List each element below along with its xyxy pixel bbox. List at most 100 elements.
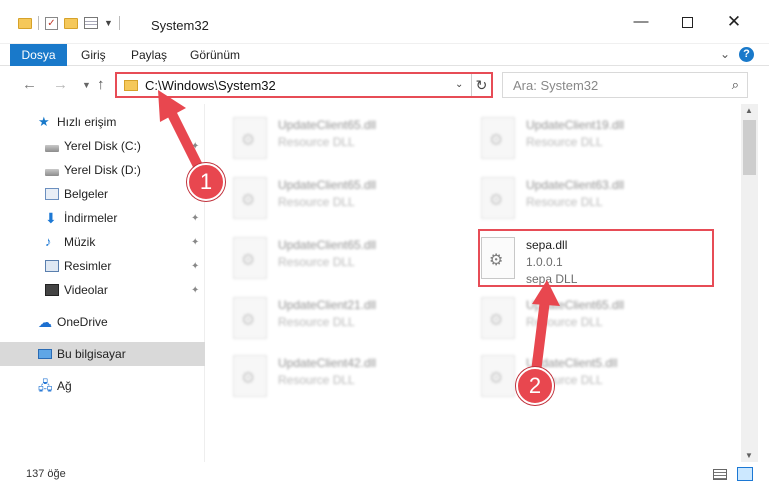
file-name: UpdateClient65.dll	[278, 118, 377, 132]
dll-file-icon	[481, 355, 515, 397]
tab-file[interactable]: Dosya	[10, 44, 67, 66]
search-placeholder: Ara: System32	[513, 78, 599, 93]
dll-file-icon	[481, 117, 515, 159]
forward-button[interactable]: →	[53, 76, 68, 93]
scroll-up-arrow-icon[interactable]: ▲	[745, 106, 753, 115]
folder-icon[interactable]	[18, 17, 32, 29]
close-button[interactable]: ✕	[711, 12, 757, 32]
file-item[interactable]: UpdateClient65.dll Resource DLL	[206, 170, 431, 226]
nav-item-documents[interactable]: Belgeler ✦	[0, 182, 205, 206]
new-folder-icon[interactable]	[64, 17, 78, 29]
customize-toolbar-arrow-icon[interactable]: ▼	[104, 18, 113, 28]
expand-ribbon-chevron-icon[interactable]: ⌄	[720, 47, 730, 61]
nav-item-label: Videolar	[64, 283, 108, 297]
file-item[interactable]: UpdateClient5.dll Resource DLL	[454, 348, 679, 404]
nav-item-label: Resimler	[64, 259, 112, 273]
refresh-button[interactable]: ↻	[471, 74, 491, 96]
help-icon[interactable]: ?	[739, 47, 754, 62]
tab-view[interactable]: Görünüm	[190, 44, 240, 66]
nav-item-onedrive[interactable]: ☁ OneDrive	[0, 310, 205, 334]
address-bar[interactable]: C:\Windows\System32 ⌄ ↻	[115, 72, 493, 98]
dll-file-icon	[481, 297, 515, 339]
file-description: Resource DLL	[278, 255, 355, 269]
nav-item-music[interactable]: ♪ Müzik ✦	[0, 230, 205, 254]
status-bar: 137 öğe	[0, 462, 769, 497]
minimize-button[interactable]: —	[618, 12, 664, 32]
nav-item-pictures[interactable]: Resimler ✦	[0, 254, 205, 278]
file-name: UpdateClient65.dll	[278, 238, 377, 252]
nav-item-label: İndirmeler	[64, 211, 118, 225]
music-icon: ♪	[45, 234, 52, 249]
sepa-dll-highlight-box	[478, 229, 714, 287]
file-name: UpdateClient21.dll	[278, 298, 377, 312]
nav-item-label: Ağ	[57, 379, 72, 393]
search-icon[interactable]: ⌕	[732, 77, 739, 93]
dll-file-icon	[233, 355, 267, 397]
nav-item-downloads[interactable]: ⬇ İndirmeler ✦	[0, 206, 205, 230]
nav-item-label: Yerel Disk (D:)	[64, 163, 141, 177]
recent-locations-chevron-icon[interactable]: ▼	[82, 80, 91, 90]
ribbon: Dosya Giriş Paylaş Görünüm ⌄ ?	[0, 44, 769, 66]
disk-icon	[45, 168, 59, 176]
file-item[interactable]: UpdateClient65.dll Resource DLL	[206, 110, 431, 166]
tab-share[interactable]: Paylaş	[131, 44, 167, 66]
navigation-pane: ★ Hızlı erişim Yerel Disk (C:) ✦ Yerel D…	[0, 104, 205, 462]
file-description: Resource DLL	[526, 315, 603, 329]
pin-icon[interactable]: ✦	[191, 261, 199, 272]
file-item[interactable]: UpdateClient65.dll Resource DLL	[206, 230, 431, 286]
file-item[interactable]: UpdateClient19.dll Resource DLL	[454, 110, 679, 166]
properties-icon[interactable]	[84, 17, 98, 29]
folder-icon	[124, 80, 138, 91]
file-description: Resource DLL	[526, 195, 603, 209]
large-icons-view-icon[interactable]	[737, 467, 753, 481]
nav-item-quick-access[interactable]: ★ Hızlı erişim	[0, 110, 205, 134]
address-dropdown-chevron-icon[interactable]: ⌄	[455, 79, 463, 90]
nav-item-network[interactable]: 🖧 Ağ	[0, 374, 205, 398]
navigation-bar: ← → ▼ ↑ C:\Windows\System32 ⌄ ↻ Ara: Sys…	[0, 67, 769, 103]
tab-home[interactable]: Giriş	[81, 44, 106, 66]
back-button[interactable]: ←	[22, 76, 37, 93]
pin-icon[interactable]: ✦	[191, 237, 199, 248]
callout-step-1: 1	[187, 163, 225, 201]
dll-file-icon	[233, 177, 267, 219]
vertical-scrollbar[interactable]: ▲ ▼	[741, 104, 758, 462]
nav-item-label: OneDrive	[57, 315, 108, 329]
nav-item-label: Bu bilgisayar	[57, 347, 126, 361]
downloads-icon: ⬇	[45, 210, 57, 226]
scrollbar-thumb[interactable]	[743, 120, 756, 175]
file-item[interactable]: UpdateClient63.dll Resource DLL	[454, 170, 679, 226]
nav-item-local-disk-c[interactable]: Yerel Disk (C:) ✦	[0, 134, 205, 158]
file-item[interactable]: UpdateClient65.dll Resource DLL	[454, 290, 679, 346]
dll-file-icon	[233, 237, 267, 279]
pin-icon[interactable]: ✦	[191, 285, 199, 296]
nav-item-label: Müzik	[64, 235, 96, 249]
network-icon: 🖧	[38, 378, 53, 393]
file-description: Resource DLL	[278, 135, 355, 149]
pictures-icon	[45, 260, 59, 272]
nav-item-local-disk-d[interactable]: Yerel Disk (D:) ✦	[0, 158, 205, 182]
file-description: Resource DLL	[526, 135, 603, 149]
file-item[interactable]: UpdateClient42.dll Resource DLL	[206, 348, 431, 404]
dll-file-icon	[233, 297, 267, 339]
maximize-button[interactable]	[664, 12, 710, 32]
pin-icon[interactable]: ✦	[191, 141, 199, 152]
pin-icon[interactable]: ✦	[191, 213, 199, 224]
nav-item-videos[interactable]: Videolar ✦	[0, 278, 205, 302]
dll-file-icon	[481, 177, 515, 219]
file-description: Resource DLL	[278, 315, 355, 329]
properties-check-icon[interactable]: ✓	[45, 16, 58, 30]
details-view-icon[interactable]	[713, 469, 727, 480]
search-input[interactable]: Ara: System32 ⌕	[502, 72, 748, 98]
up-button[interactable]: ↑	[97, 76, 105, 93]
videos-icon	[45, 284, 59, 296]
file-name: UpdateClient42.dll	[278, 356, 377, 370]
callout-step-2: 2	[516, 367, 554, 405]
nav-item-this-pc[interactable]: Bu bilgisayar	[0, 342, 205, 366]
nav-item-label: Yerel Disk (C:)	[64, 139, 141, 153]
item-count: 137 öğe	[26, 468, 66, 480]
window-title: System32	[151, 18, 209, 33]
divider	[38, 16, 39, 30]
file-item[interactable]: UpdateClient21.dll Resource DLL	[206, 290, 431, 346]
address-path[interactable]: C:\Windows\System32	[145, 78, 276, 93]
scroll-down-arrow-icon[interactable]: ▼	[745, 451, 753, 460]
